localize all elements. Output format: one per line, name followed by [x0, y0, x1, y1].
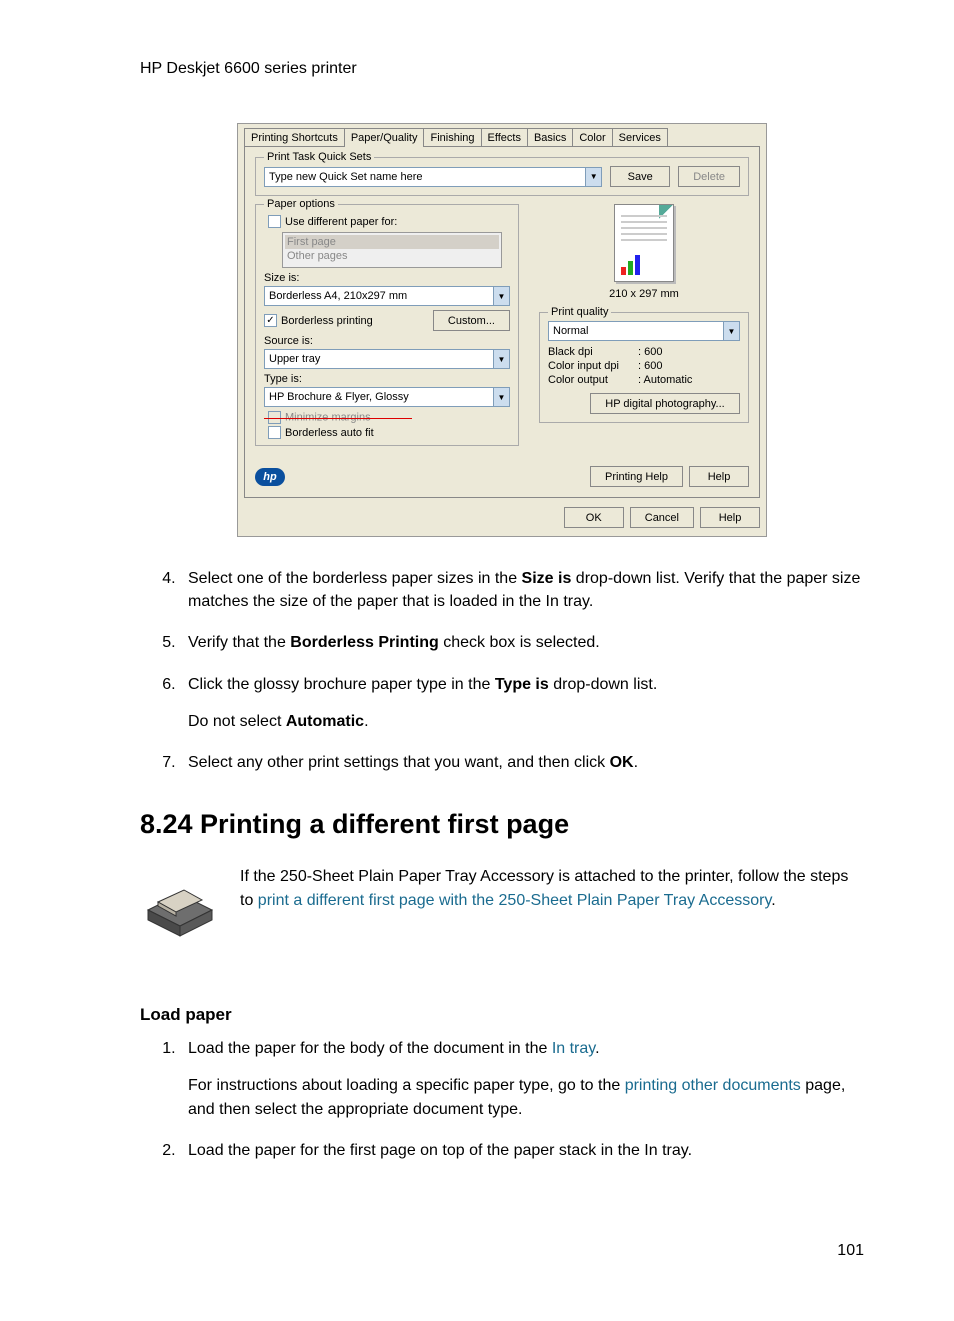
help-button[interactable]: Help	[689, 466, 749, 487]
source-label: Source is:	[264, 335, 510, 347]
help-button-bottom[interactable]: Help	[700, 507, 760, 528]
borderless-autofit-checkbox[interactable]	[268, 426, 281, 439]
section-heading: 8.24 Printing a different first page	[140, 809, 864, 840]
print-quality-value: Normal	[549, 325, 723, 337]
size-dropdown[interactable]: Borderless A4, 210x297 mm ▼	[264, 286, 510, 306]
quickset-name-dropdown[interactable]: Type new Quick Set name here ▼	[264, 167, 602, 187]
type-value: HP Brochure & Flyer, Glossy	[265, 391, 493, 403]
other-pages-item: Other pages	[285, 249, 499, 263]
quickset-name-text: Type new Quick Set name here	[265, 171, 585, 183]
tab-finishing[interactable]: Finishing	[423, 128, 481, 147]
print-quality-fieldset: Print quality Normal ▼ Black dpi: 600 Co…	[539, 312, 749, 423]
chart-icon	[621, 253, 640, 275]
load-step-1: Load the paper for the body of the docum…	[180, 1037, 864, 1121]
paper-options-legend: Paper options	[264, 198, 338, 210]
color-output-value: : Automatic	[638, 374, 692, 386]
page-number: 101	[140, 1242, 864, 1260]
tab-panel: Print Task Quick Sets Type new Quick Set…	[244, 146, 760, 498]
link-printing-other-documents[interactable]: printing other documents	[625, 1077, 801, 1094]
tab-services[interactable]: Services	[612, 128, 668, 147]
step-7: Select any other print settings that you…	[180, 751, 864, 774]
use-different-paper-checkbox[interactable]	[268, 215, 281, 228]
size-value: Borderless A4, 210x297 mm	[265, 290, 493, 302]
borderless-autofit-label: Borderless auto fit	[285, 427, 374, 439]
color-output-label: Color output	[548, 374, 638, 386]
cancel-button[interactable]: Cancel	[630, 507, 694, 528]
type-label: Type is:	[264, 373, 510, 385]
color-input-dpi-label: Color input dpi	[548, 360, 638, 372]
chevron-down-icon: ▼	[585, 168, 601, 186]
custom-button[interactable]: Custom...	[433, 310, 510, 331]
first-page-item: First page	[285, 235, 499, 249]
step-5: Verify that the Borderless Printing chec…	[180, 631, 864, 654]
page-header: HP Deskjet 6600 series printer	[140, 60, 864, 78]
minimize-margins-disabled: Minimize margins	[264, 411, 510, 424]
load-paper-heading: Load paper	[140, 1005, 864, 1025]
page-dimensions: 210 x 297 mm	[609, 288, 679, 300]
dialog-tabs: Printing Shortcuts Paper/Quality Finishi…	[238, 124, 766, 147]
steps-list: Select one of the borderless paper sizes…	[140, 567, 864, 774]
page-preview-thumb	[614, 204, 674, 282]
minimize-margins-checkbox	[268, 411, 281, 424]
hp-logo-icon: hp	[255, 468, 285, 486]
tab-effects[interactable]: Effects	[481, 128, 528, 147]
accessory-text: If the 250-Sheet Plain Paper Tray Access…	[240, 865, 864, 913]
link-in-tray[interactable]: In tray	[552, 1040, 595, 1057]
tab-color[interactable]: Color	[572, 128, 612, 147]
step-6: Click the glossy brochure paper type in …	[180, 673, 864, 733]
black-dpi-value: : 600	[638, 346, 662, 358]
color-input-dpi-value: : 600	[638, 360, 662, 372]
ok-button[interactable]: OK	[564, 507, 624, 528]
borderless-printing-checkbox[interactable]: ✓	[264, 314, 277, 327]
paper-tray-icon	[140, 870, 220, 950]
quickset-fieldset: Print Task Quick Sets Type new Quick Set…	[255, 157, 749, 196]
load-paper-steps: Load the paper for the body of the docum…	[140, 1037, 864, 1162]
chevron-down-icon: ▼	[493, 350, 509, 368]
tab-basics[interactable]: Basics	[527, 128, 573, 147]
size-label: Size is:	[264, 272, 510, 284]
digital-photography-button[interactable]: HP digital photography...	[590, 393, 740, 414]
quickset-legend: Print Task Quick Sets	[264, 151, 374, 163]
link-250-sheet-accessory[interactable]: print a different first page with the 25…	[258, 892, 771, 909]
delete-button: Delete	[678, 166, 740, 187]
source-dropdown[interactable]: Upper tray ▼	[264, 349, 510, 369]
doc-content: Select one of the borderless paper sizes…	[140, 567, 864, 1260]
borderless-printing-label: Borderless printing	[281, 315, 373, 327]
accessory-block: If the 250-Sheet Plain Paper Tray Access…	[140, 865, 864, 950]
printing-help-button[interactable]: Printing Help	[590, 466, 683, 487]
black-dpi-label: Black dpi	[548, 346, 638, 358]
chevron-down-icon: ▼	[723, 322, 739, 340]
print-quality-legend: Print quality	[548, 306, 611, 318]
load-step-2: Load the paper for the first page on top…	[180, 1139, 864, 1162]
step-4: Select one of the borderless paper sizes…	[180, 567, 864, 613]
use-different-paper-label: Use different paper for:	[285, 216, 397, 228]
tab-paper-quality[interactable]: Paper/Quality	[344, 128, 425, 147]
chevron-down-icon: ▼	[493, 287, 509, 305]
page-preview: 210 x 297 mm	[539, 204, 749, 300]
print-quality-dropdown[interactable]: Normal ▼	[548, 321, 740, 341]
tab-printing-shortcuts[interactable]: Printing Shortcuts	[244, 128, 345, 147]
save-button[interactable]: Save	[610, 166, 670, 187]
type-dropdown[interactable]: HP Brochure & Flyer, Glossy ▼	[264, 387, 510, 407]
chevron-down-icon: ▼	[493, 388, 509, 406]
paper-options-fieldset: Paper options Use different paper for: F…	[255, 204, 519, 446]
print-properties-dialog: Printing Shortcuts Paper/Quality Finishi…	[237, 123, 767, 537]
pages-list: First page Other pages	[282, 232, 502, 268]
source-value: Upper tray	[265, 353, 493, 365]
